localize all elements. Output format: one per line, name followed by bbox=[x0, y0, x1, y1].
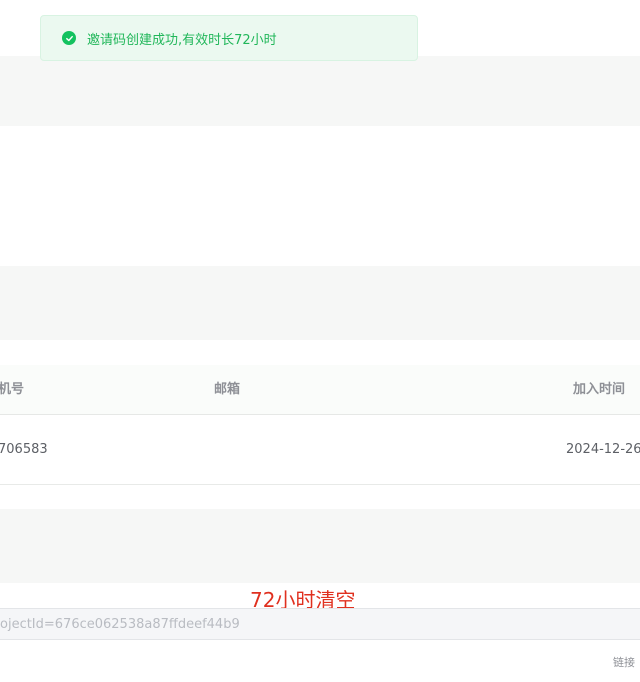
page: 邀请码创建成功,有效时长72小时 机号 邮箱 加入时间 706583 2024-… bbox=[0, 0, 640, 682]
success-toast: 邀请码创建成功,有效时长72小时 bbox=[40, 15, 418, 61]
check-circle-icon bbox=[62, 31, 76, 45]
members-table-header: 机号 邮箱 加入时间 bbox=[0, 365, 640, 415]
cell-phone: 706583 bbox=[0, 442, 48, 457]
section-band bbox=[0, 266, 640, 340]
section-band bbox=[0, 56, 640, 126]
section-band bbox=[0, 509, 640, 583]
column-header-phone: 机号 bbox=[0, 382, 25, 397]
column-header-email: 邮箱 bbox=[214, 382, 241, 397]
cell-join-time: 2024-12-26 bbox=[566, 442, 640, 457]
column-header-join-time: 加入时间 bbox=[573, 382, 626, 397]
invite-link-field[interactable] bbox=[0, 608, 640, 640]
link-label[interactable]: 链接 bbox=[613, 654, 635, 670]
toast-message: 邀请码创建成功,有效时长72小时 bbox=[87, 32, 277, 48]
table-row: 706583 2024-12-26 bbox=[0, 415, 640, 485]
